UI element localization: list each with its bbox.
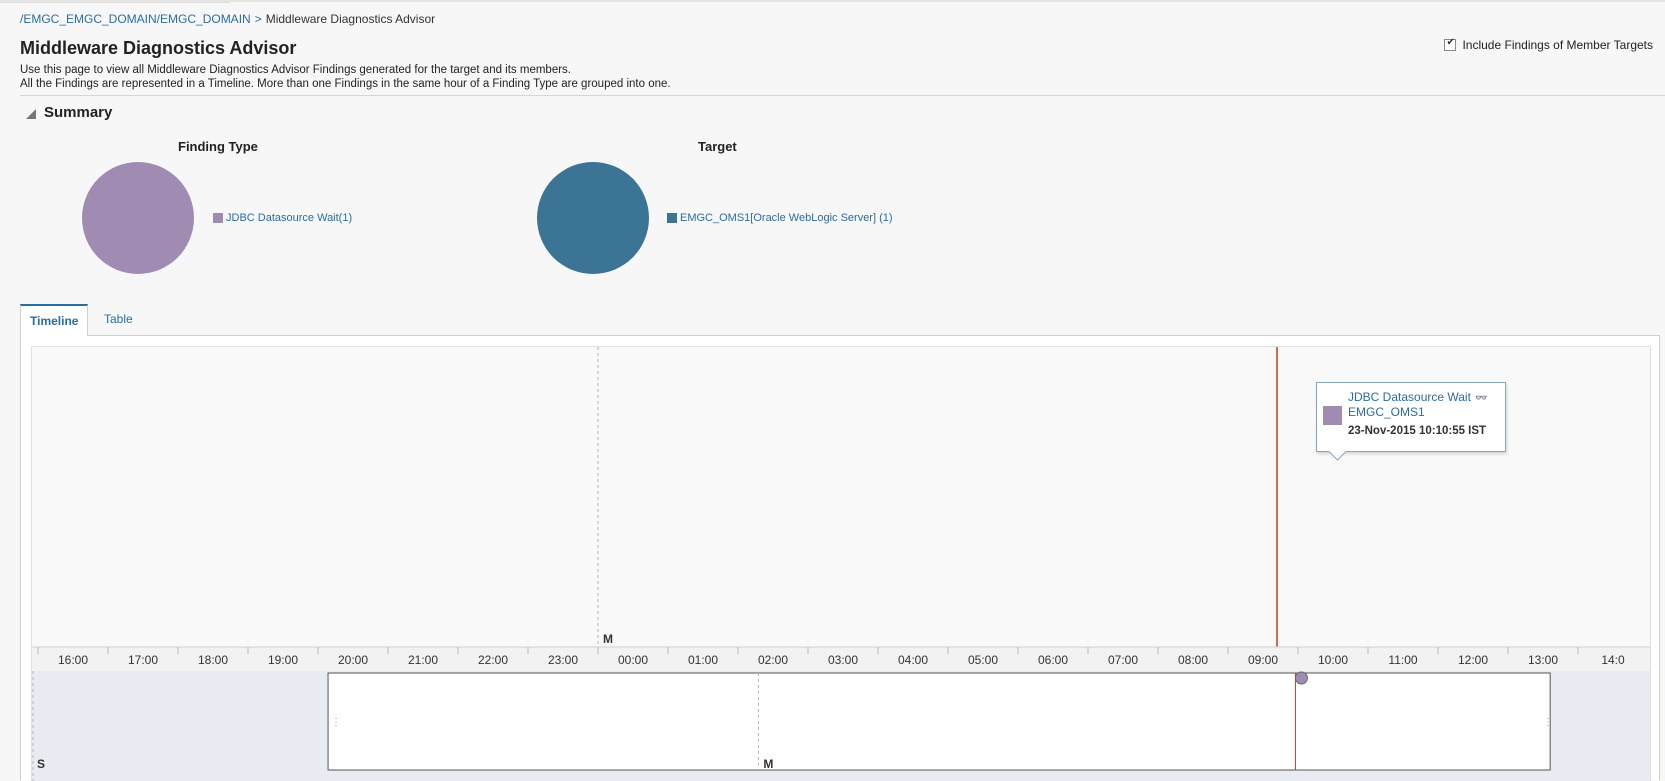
overview-start-marker: S — [37, 757, 45, 771]
overview-right-grip-icon[interactable]: ⋮ — [1543, 717, 1553, 728]
hour-label: 13:00 — [1528, 653, 1558, 667]
finding-color-swatch — [1323, 406, 1342, 425]
target-legend[interactable]: EMGC_OMS1[Oracle WebLogic Server] (1) — [667, 212, 893, 224]
include-member-targets[interactable]: Include Findings of Member Targets — [1444, 37, 1653, 52]
tabs-bar: Timeline Table — [20, 304, 1660, 336]
page-description-line2: All the Findings are represented in a Ti… — [20, 78, 671, 90]
breadcrumb-current: Middleware Diagnostics Advisor — [265, 12, 436, 26]
timeline-area[interactable]: M 0016:0017:0018:0019:0020:0021:0022:002… — [31, 346, 1651, 781]
hour-label: 12:00 — [1458, 653, 1488, 667]
hour-label: 20:00 — [338, 653, 368, 667]
target-legend-label[interactable]: EMGC_OMS1[Oracle WebLogic Server] (1) — [680, 212, 893, 224]
breadcrumb-domain-link[interactable]: /EMGC_EMGC_DOMAIN/EMGC_DOMAIN — [20, 12, 251, 26]
tab-table[interactable]: Table — [95, 304, 142, 334]
midnight-marker: M — [603, 632, 613, 646]
hour-label: 09:00 — [1248, 653, 1278, 667]
finding-type-legend-label[interactable]: JDBC Datasource Wait(1) — [226, 212, 352, 224]
include-member-targets-checkbox[interactable] — [1444, 37, 1457, 51]
hour-label: 22:00 — [478, 653, 508, 667]
hour-label: 17:00 — [128, 653, 158, 667]
finding-type-legend[interactable]: JDBC Datasource Wait(1) — [213, 212, 352, 224]
hour-label: 02:00 — [758, 653, 788, 667]
hour-label: 23:00 — [548, 653, 578, 667]
hour-label: 19:00 — [268, 653, 298, 667]
overview-left-grip-icon[interactable]: ⋮ — [331, 717, 341, 728]
overview-finding-marker[interactable] — [1294, 671, 1308, 685]
hour-label: 21:00 — [408, 653, 438, 667]
page-description-line1: Use this page to view all Middleware Dia… — [20, 64, 571, 76]
glasses-icon[interactable]: 👓 — [1475, 393, 1487, 404]
overview-midnight-marker: M — [763, 757, 773, 771]
top-border — [0, 0, 1665, 2]
collapse-triangle-icon[interactable] — [26, 109, 36, 119]
include-member-targets-label: Include Findings of Member Targets — [1462, 38, 1653, 52]
summary-header[interactable]: Summary — [26, 104, 112, 121]
hour-label: 16:00 — [58, 653, 88, 667]
hour-label: 11:00 — [1388, 653, 1417, 667]
hour-label: 01:00 — [688, 653, 718, 667]
hour-label: 18:00 — [198, 653, 228, 667]
hour-label: 03:00 — [828, 653, 858, 667]
hour-label: 07:00 — [1108, 653, 1138, 667]
hour-label: 04:00 — [898, 653, 928, 667]
top-tab-edge — [0, 2, 230, 3]
finding-type-pie[interactable] — [82, 162, 194, 274]
hour-label: 05:00 — [968, 653, 998, 667]
breadcrumb-separator: > — [254, 12, 262, 26]
target-chart-title: Target — [698, 139, 737, 154]
finding-timestamp: 23-Nov-2015 10:10:55 IST — [1348, 425, 1487, 437]
hour-label: 08:00 — [1178, 653, 1208, 667]
target-pie[interactable] — [537, 162, 649, 274]
hour-label: 10:00 — [1318, 653, 1348, 667]
header-divider — [20, 95, 1665, 96]
hour-label: 14:0 — [1601, 653, 1625, 667]
finding-type-chart-title: Finding Type — [178, 139, 258, 154]
finding-type-link[interactable]: JDBC Datasource Wait — [1348, 390, 1471, 404]
breadcrumb: /EMGC_EMGC_DOMAIN/EMGC_DOMAIN > Middleware… — [20, 12, 435, 26]
finding-target-link[interactable]: EMGC_OMS1 — [1348, 405, 1425, 419]
timeline-panel: M 0016:0017:0018:0019:0020:0021:0022:002… — [20, 335, 1660, 781]
finding-type-swatch — [213, 213, 223, 223]
target-swatch — [667, 213, 677, 223]
tab-timeline[interactable]: Timeline — [20, 304, 89, 336]
summary-title: Summary — [44, 104, 113, 121]
hour-label: 06:00 — [1038, 653, 1068, 667]
overview-window[interactable] — [327, 672, 1551, 771]
page-title: Middleware Diagnostics Advisor — [20, 38, 297, 58]
finding-tooltip[interactable]: JDBC Datasource Wait 👓 EMGC_OMS1 23-Nov-2… — [1316, 382, 1506, 461]
hour-label: 00:00 — [618, 653, 648, 667]
